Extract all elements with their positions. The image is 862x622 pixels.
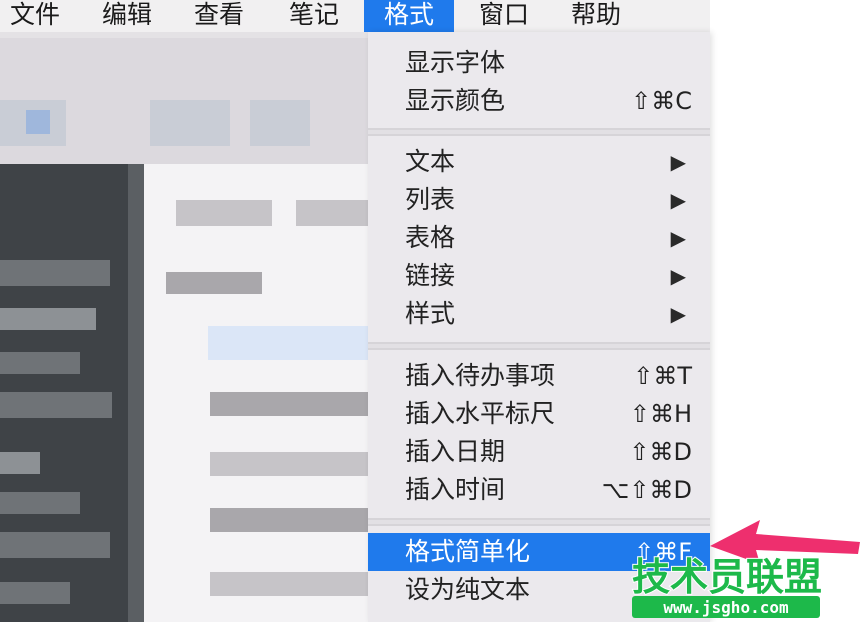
- watermark-url: www.jsgho.com: [663, 598, 789, 617]
- background-sidebar-row: [0, 532, 110, 558]
- menu-item-style[interactable]: 样式 ▶: [368, 295, 710, 333]
- submenu-arrow-icon: ▶: [670, 226, 686, 250]
- watermark-title: 技术员联盟: [632, 555, 822, 599]
- menu-item-insert-date[interactable]: 插入日期 ⇧⌘D: [368, 433, 710, 471]
- menu-help[interactable]: 帮助: [556, 0, 636, 32]
- watermark: 技术员联盟 www.jsgho.com: [631, 520, 860, 618]
- submenu-arrow-icon: ▶: [670, 302, 686, 326]
- background-sidebar-row: [0, 492, 80, 514]
- background-sidebar-row: [0, 452, 40, 474]
- submenu-arrow-icon: ▶: [670, 150, 686, 174]
- menu-item-label: 样式: [405, 299, 456, 328]
- menu-separator: [368, 128, 710, 136]
- background-note-selected: [208, 326, 368, 360]
- menu-item-label: 格式简单化: [405, 537, 531, 566]
- background-sidebar-row: [0, 352, 80, 374]
- submenu-arrow-icon: ▶: [670, 264, 686, 288]
- menu-item-insert-todo[interactable]: 插入待办事项 ⇧⌘T: [368, 357, 710, 395]
- background-sidebar-row: [0, 260, 110, 286]
- menu-item-shortcut: ⇧⌘T: [633, 362, 692, 390]
- menu-item-label: 列表: [405, 185, 456, 214]
- menu-item-insert-horizontal-rule[interactable]: 插入水平标尺 ⇧⌘H: [368, 395, 710, 433]
- background-toolbar-icon: [26, 110, 50, 134]
- menu-item-shortcut: ⇧⌘D: [629, 438, 692, 466]
- background-sidebar-divider: [128, 164, 144, 622]
- background-sidebar-row: [0, 582, 70, 604]
- menu-bar: 文件 编辑 查看 笔记 格式 窗口 帮助: [0, 0, 862, 32]
- menu-item-label: 设为纯文本: [405, 575, 531, 604]
- background-toolbar-button: [150, 100, 230, 146]
- menu-item-list[interactable]: 列表 ▶: [368, 181, 710, 219]
- menu-separator: [368, 342, 710, 350]
- background-note-text: [296, 200, 368, 226]
- menu-item-text[interactable]: 文本 ▶: [368, 143, 710, 181]
- submenu-arrow-icon: ▶: [670, 188, 686, 212]
- menu-item-show-colors[interactable]: 显示颜色 ⇧⌘C: [368, 82, 710, 120]
- menu-item-show-fonts[interactable]: 显示字体: [368, 44, 710, 82]
- background-toolbar-button: [250, 100, 310, 146]
- background-sidebar-row: [0, 392, 112, 418]
- menu-item-table[interactable]: 表格 ▶: [368, 219, 710, 257]
- menu-item-label: 链接: [405, 261, 456, 290]
- background-app-window: [0, 32, 368, 622]
- background-note-text: [210, 508, 368, 532]
- menu-item-shortcut: ⌥⇧⌘D: [601, 476, 692, 504]
- background-note-text: [210, 572, 368, 596]
- menu-view[interactable]: 查看: [184, 0, 254, 32]
- menu-item-label: 文本: [405, 147, 456, 176]
- menu-item-label: 表格: [405, 223, 456, 252]
- menu-format[interactable]: 格式: [364, 0, 454, 32]
- background-sidebar-row: [0, 308, 96, 330]
- background-note-text: [166, 272, 262, 294]
- background-note-text: [176, 200, 272, 226]
- menu-notes[interactable]: 笔记: [276, 0, 352, 32]
- menu-bar-blank: [710, 0, 862, 32]
- menu-item-shortcut: ⇧⌘C: [631, 87, 692, 115]
- menu-item-label: 显示字体: [405, 48, 506, 77]
- menu-item-label: 插入日期: [405, 437, 506, 466]
- menu-item-link[interactable]: 链接 ▶: [368, 257, 710, 295]
- menu-item-insert-time[interactable]: 插入时间 ⌥⇧⌘D: [368, 471, 710, 509]
- menu-item-shortcut: ⇧⌘H: [629, 400, 692, 428]
- menu-item-label: 插入水平标尺: [405, 399, 556, 428]
- menu-item-label: 插入待办事项: [405, 361, 556, 390]
- menu-window[interactable]: 窗口: [466, 0, 542, 32]
- menu-edit[interactable]: 编辑: [92, 0, 162, 32]
- background-note-text: [210, 452, 368, 476]
- background-note-text: [210, 392, 368, 416]
- menu-item-label: 插入时间: [405, 475, 506, 504]
- menu-item-label: 显示颜色: [405, 86, 506, 115]
- menu-file[interactable]: 文件: [0, 0, 70, 32]
